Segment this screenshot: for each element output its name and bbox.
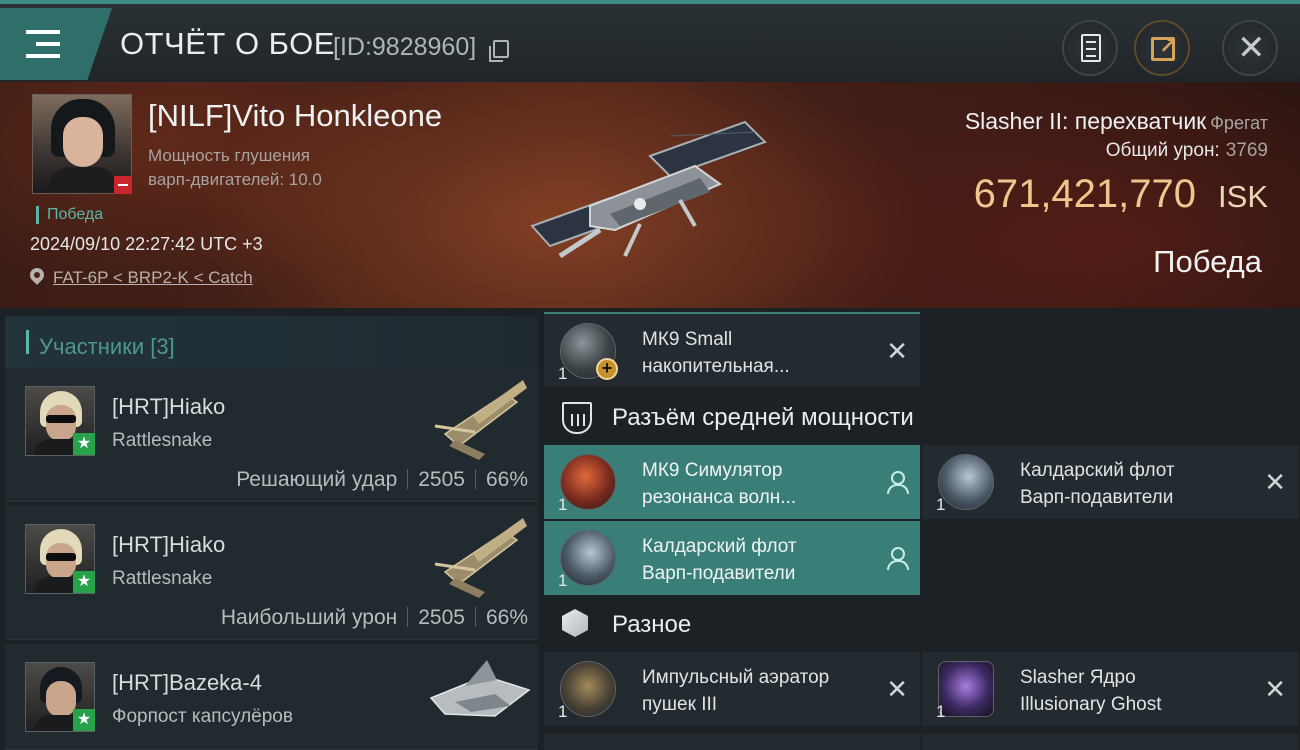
module-icon — [938, 454, 994, 510]
module-item[interactable]: 1 Калдарский флот Варп-подавители ✕ — [922, 445, 1298, 519]
module-item[interactable]: 1 Импульсный аэратор пушек III ✕ — [544, 652, 920, 726]
participant-stats: Наибольший урон 2505 66% — [220, 606, 528, 629]
module-icon — [938, 661, 994, 717]
victory-tag: Победа — [36, 206, 103, 224]
location-pin-icon — [27, 265, 47, 285]
module-item-partial — [922, 734, 1298, 750]
total-damage: Общий урон: 3769 — [1105, 140, 1268, 161]
clipboard-icon — [1081, 34, 1101, 62]
participant-name: [HRT]Bazeka-4 — [112, 670, 262, 695]
participants-header[interactable]: Участники [3] — [5, 316, 538, 370]
participant-name: [HRT]Hiako — [112, 532, 226, 557]
close-button[interactable]: ✕ — [1222, 20, 1278, 76]
participant-row[interactable]: ★ [HRT]Hiako Rattlesnake Наибольший урон… — [5, 506, 538, 640]
star-icon: ★ — [73, 433, 95, 455]
copy-icon[interactable] — [489, 40, 509, 62]
participant-stats: Решающий удар 2505 66% — [236, 468, 528, 491]
module-name: Slasher Ядро Illusionary Ghost — [1020, 667, 1162, 715]
ship-name[interactable]: Slasher II: перехватчик — [965, 108, 1206, 134]
destroyed-x-icon: ✕ — [886, 336, 908, 366]
clipboard-button[interactable] — [1062, 20, 1118, 76]
module-icon — [560, 530, 616, 586]
module-icon — [560, 661, 616, 717]
module-name: Калдарский флот Варп-подавители — [642, 536, 797, 584]
section-misc: Разное — [540, 597, 1300, 653]
module-item[interactable]: 1 МК9 Симулятор резонанса волн... — [544, 445, 920, 519]
section-mid-slots: Разъём средней мощности — [540, 390, 1300, 446]
battle-result: Победа — [1153, 244, 1262, 279]
close-icon: ✕ — [1237, 29, 1266, 67]
victim-name[interactable]: [NILF]Vito Honkleone — [148, 98, 442, 134]
module-item-partial — [544, 734, 920, 750]
module-name: МК9 Симулятор резонанса волн... — [642, 460, 797, 508]
page-title: ОТЧЁТ О БОЕ — [120, 26, 335, 61]
participant-ship: Rattlesnake — [112, 430, 213, 451]
person-icon — [886, 471, 909, 494]
cube-icon — [562, 609, 588, 637]
participant-ship-image — [434, 518, 527, 598]
module-name: МК9 Small накопительная... — [642, 329, 790, 377]
module-icon — [560, 454, 616, 510]
participant-name: [HRT]Hiako — [112, 394, 226, 419]
participant-ship-image — [434, 380, 527, 460]
destroyed-x-icon: ✕ — [1264, 674, 1286, 704]
participant-row[interactable]: ★ [HRT]Hiako Rattlesnake Решающий удар 25… — [5, 368, 538, 502]
module-item[interactable]: 1 Калдарский флот Варп-подавители — [544, 521, 920, 595]
destroyed-x-icon: ✕ — [886, 674, 908, 704]
module-name: Калдарский флот Варп-подавители — [1020, 460, 1175, 508]
timestamp: 2024/09/10 22:27:42 UTC +3 — [30, 234, 263, 254]
menu-icon — [26, 30, 62, 58]
ship-info: Slasher II: перехватчик Фрегат — [965, 108, 1268, 135]
star-icon: ★ — [73, 709, 95, 731]
participant-row[interactable]: ★ [HRT]Bazeka-4 Форпост капсулёров — [5, 644, 538, 750]
star-icon: ★ — [73, 571, 95, 593]
ship-render — [530, 120, 767, 259]
participant-ship: Rattlesnake — [112, 568, 213, 589]
location-link[interactable]: FAT-6P < BRP2-K < Catch — [53, 268, 253, 288]
victim-attribute: Мощность глушения варп-двигателей: 10.0 — [148, 146, 322, 189]
shield-icon — [562, 402, 592, 434]
plus-icon: + — [596, 358, 618, 380]
victim-banner: [NILF]Vito Honkleone Мощность глушения в… — [0, 82, 1300, 308]
battle-id: [ID:9828960] — [333, 33, 477, 61]
destroyed-x-icon: ✕ — [1264, 467, 1286, 497]
menu-button[interactable] — [0, 8, 112, 80]
standing-badge — [114, 176, 132, 194]
top-bar: ОТЧЁТ О БОЕ [ID:9828960] ↗ ✕ — [0, 0, 1300, 82]
person-icon — [886, 547, 909, 570]
participant-ship-image — [429, 660, 531, 717]
module-name: Импульсный аэратор пушек III — [642, 667, 830, 715]
module-item[interactable]: + 1 МК9 Small накопительная... ✕ — [544, 312, 920, 386]
isk-value: 671,421,770 ISK — [973, 172, 1268, 216]
ship-class: Фрегат — [1210, 113, 1268, 133]
module-item[interactable]: 1 Slasher Ядро Illusionary Ghost ✕ — [922, 652, 1298, 726]
fitting-panel: + 1 МК9 Small накопительная... ✕ Разъём … — [540, 308, 1300, 750]
share-button[interactable]: ↗ — [1134, 20, 1190, 76]
participant-ship: Форпост капсулёров — [112, 706, 293, 727]
participants-panel: Участники [3] ★ [HRT]Hiako Rattlesnake Р… — [0, 308, 540, 750]
